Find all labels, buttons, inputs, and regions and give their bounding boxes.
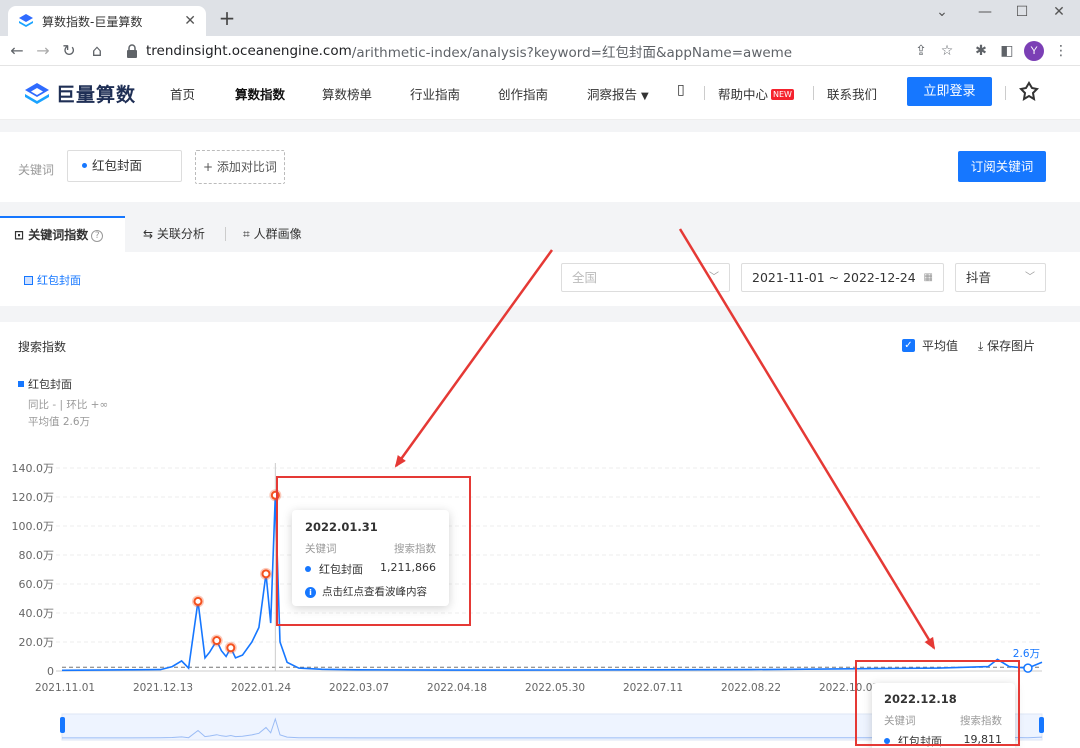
arrow-to-end <box>678 228 936 650</box>
arrow-to-peak <box>394 249 554 468</box>
annotation-arrows <box>394 228 936 650</box>
